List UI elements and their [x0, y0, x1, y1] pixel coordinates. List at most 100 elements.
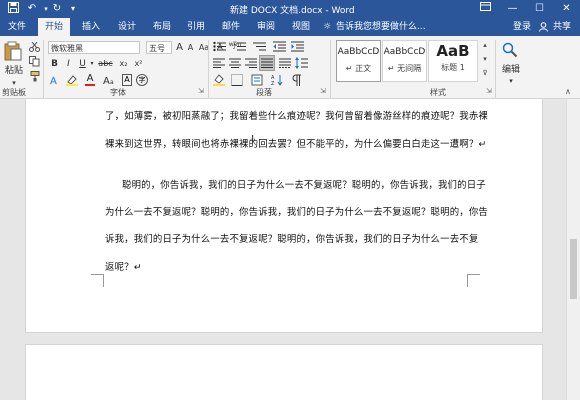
distributed-icon[interactable] [279, 58, 291, 71]
text-line-6: 返呢？↵ [105, 262, 142, 273]
crop-mark-bottom-right [467, 274, 480, 287]
divider [495, 40, 496, 98]
document-page[interactable]: 了，如薄雾，被初阳蒸融了；我留着些什么痕迹呢？我何曾留着像游丝样的痕迹呢？我赤裸… [25, 99, 543, 333]
bullets-icon[interactable] [213, 41, 227, 55]
shrink-font-icon[interactable]: A [185, 41, 196, 55]
underline-dropdown-icon[interactable]: ▾ [88, 57, 96, 71]
style-normal-name: ↵ 正文 [345, 64, 372, 73]
group-label-styles: 样式 [430, 88, 446, 97]
strikethrough-button[interactable]: abc [97, 57, 114, 71]
group-label-font: 字体 [110, 88, 126, 97]
group-label-paragraph: 段落 [256, 88, 272, 97]
align-center-icon[interactable] [229, 58, 241, 71]
styles-scroll-up-icon[interactable]: ▴ [480, 41, 490, 53]
styles-scroll-down-icon[interactable]: ▾ [480, 55, 490, 67]
share-button[interactable]: 共享 [549, 18, 575, 36]
maximize-button[interactable]: ☐ [526, 0, 553, 18]
styles-dialog-launcher-icon[interactable]: ⇲ [486, 87, 492, 95]
group-label-clipboard: 剪贴板 [2, 88, 26, 97]
redo-icon[interactable]: ↻ [50, 2, 64, 16]
tab-design[interactable]: 设计 [112, 18, 142, 36]
paste-icon[interactable] [4, 41, 22, 64]
increase-indent-icon[interactable] [291, 41, 304, 55]
justify-button[interactable] [259, 55, 275, 71]
customize-icon[interactable]: ▾ [66, 2, 80, 16]
tab-layout[interactable]: 布局 [147, 18, 177, 36]
tab-view[interactable]: 视图 [286, 18, 316, 36]
document-area: 了，如薄雾，被初阳蒸融了；我留着些什么痕迹呢？我何曾留着像游丝样的痕迹呢？我赤裸… [0, 99, 566, 400]
enclose-char-icon[interactable]: 字 [136, 74, 148, 86]
ribbon-display-icon[interactable] [472, 0, 499, 18]
find-icon[interactable] [502, 42, 518, 61]
subscript-button[interactable]: x₂ [117, 57, 130, 71]
divider [208, 40, 209, 98]
tab-review[interactable]: 审阅 [251, 18, 281, 36]
format-painter-icon[interactable] [29, 71, 40, 85]
font-name-combo[interactable]: 微软雅黑 [48, 41, 140, 54]
decrease-indent-icon[interactable] [273, 41, 286, 55]
line-spacing-icon[interactable] [295, 57, 308, 72]
close-button[interactable]: ✕ [553, 0, 580, 18]
shading-icon[interactable] [213, 74, 225, 89]
tab-file[interactable]: 文件 [2, 18, 32, 36]
paragraph-dialog-launcher-icon[interactable]: ⇲ [320, 87, 326, 95]
sort-icon[interactable]: AZ [271, 74, 283, 89]
tell-me-box[interactable]: 告诉我您想要做什么... [336, 18, 426, 36]
vertical-scrollbar[interactable] [566, 99, 580, 400]
borders-icon[interactable] [231, 74, 243, 89]
style-heading-1[interactable]: AaB 标题 1 [428, 40, 478, 82]
font-size-combo[interactable]: 五号 [146, 41, 172, 54]
svg-text:A: A [103, 76, 110, 86]
signin-link[interactable]: 登录 [510, 18, 534, 36]
char-size-icon[interactable]: Aa [102, 74, 116, 87]
tab-references[interactable]: 引用 [181, 18, 211, 36]
style-no-spacing-name: ↵ 无间隔 [387, 64, 422, 73]
style-no-spacing-sample: AaBbCcD [383, 47, 426, 57]
underline-button[interactable]: U [77, 57, 88, 71]
editing-dropdown-icon[interactable]: ▾ [505, 74, 517, 88]
text-line-4: 为什么一去不复返呢？聪明的，你告诉我，我们的日子为什么一去不复返呢？聪明的，你告 [105, 207, 489, 218]
char-shading-icon[interactable]: A [122, 74, 132, 86]
tab-home[interactable]: 开始 [38, 18, 70, 36]
lightbulb-icon: ☼ [322, 22, 332, 32]
highlight-icon[interactable] [66, 74, 78, 86]
crop-mark-bottom-left [91, 274, 104, 287]
collapse-ribbon-icon[interactable]: ∧ [565, 87, 571, 96]
divider [330, 40, 331, 98]
align-right-icon[interactable] [245, 58, 257, 71]
share-person-icon [537, 18, 549, 36]
bold-button[interactable]: B [49, 57, 60, 71]
italic-button[interactable]: I [63, 57, 74, 71]
svg-text:a: a [110, 79, 114, 86]
multilevel-list-icon[interactable] [253, 41, 267, 55]
text-effects-icon[interactable]: A [48, 74, 60, 87]
cut-icon[interactable] [29, 41, 40, 55]
style-heading-1-sample: AaB [436, 42, 470, 60]
font-dialog-launcher-icon[interactable]: ⇲ [198, 87, 204, 95]
undo-icon[interactable]: ↶ [25, 2, 39, 16]
char-shading-label: A [124, 75, 130, 84]
style-heading-1-name: 标题 1 [441, 63, 465, 72]
ibeam-cursor-icon: I [251, 133, 255, 146]
change-case-icon[interactable]: Aa [196, 41, 212, 55]
show-marks-icon[interactable] [291, 74, 301, 89]
document-page-2[interactable] [25, 344, 543, 400]
svg-text:Z: Z [271, 81, 275, 86]
superscript-button[interactable]: x² [132, 57, 145, 71]
font-color-icon[interactable]: A [84, 73, 96, 86]
text-line-3: 聪明的，你告诉我，我们的日子为什么一去不复返呢？聪明的，你告诉我，我们的日子 [122, 180, 486, 191]
styles-more-icon[interactable]: ⊽ [480, 69, 490, 81]
style-normal[interactable]: AaBbCcD ↵ 正文 [336, 40, 381, 82]
numbering-icon[interactable]: 12 [233, 41, 247, 55]
scrollbar-thumb[interactable] [570, 239, 577, 299]
copy-icon[interactable] [29, 56, 40, 70]
style-no-spacing[interactable]: AaBbCcD ↵ 无间隔 [382, 40, 427, 82]
window-title: 新建 DOCX 文档.docx - Word [230, 6, 355, 16]
grow-font-icon[interactable]: A [174, 41, 185, 55]
align-left-icon[interactable] [213, 58, 225, 71]
tab-insert[interactable]: 插入 [76, 18, 106, 36]
save-icon[interactable] [6, 2, 20, 16]
style-normal-sample: AaBbCcD [337, 47, 380, 57]
tab-mailings[interactable]: 邮件 [216, 18, 246, 36]
minimize-button[interactable]: — [499, 0, 526, 18]
